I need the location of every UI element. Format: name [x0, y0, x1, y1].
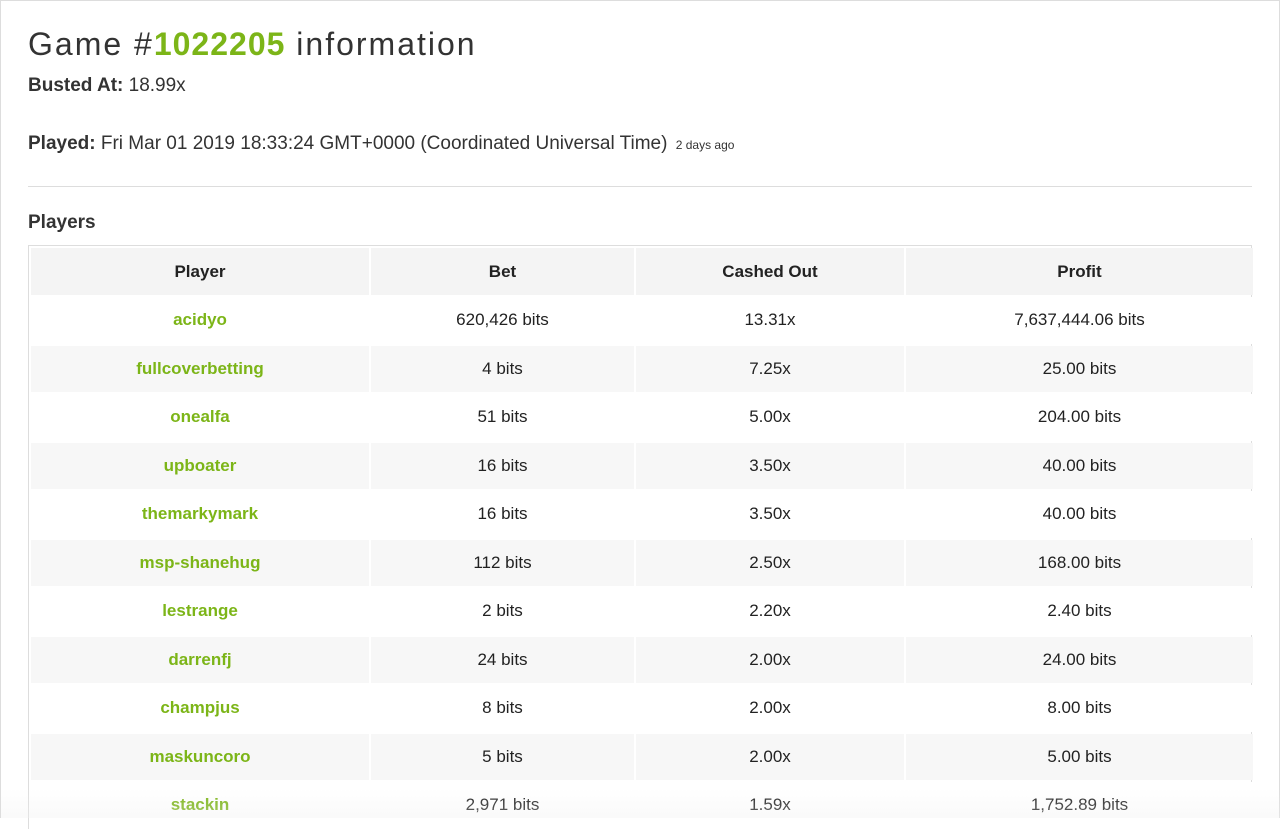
- player-link[interactable]: darrenfj: [31, 636, 369, 683]
- played-label: Played:: [28, 133, 96, 154]
- players-table-wrapper: Player Bet Cashed Out Profit acidyo 620,…: [28, 245, 1255, 831]
- cashed-out-cell: 2.50x: [636, 539, 904, 586]
- cashed-out-cell: 3.50x: [636, 491, 904, 538]
- profit-cell: 204.00 bits: [906, 394, 1253, 441]
- page-title: Game #1022205 information: [28, 26, 477, 63]
- busted-at-row: Busted At: 18.99x: [28, 75, 186, 97]
- table-row: onealfa 51 bits 5.00x 204.00 bits: [31, 394, 1253, 441]
- page-frame: Game #1022205 information Busted At: 18.…: [0, 0, 1280, 829]
- player-link[interactable]: stackin: [31, 782, 369, 829]
- bet-cell: 16 bits: [371, 491, 634, 538]
- bet-cell: 5 bits: [371, 733, 634, 780]
- table-row: lestrange 2 bits 2.20x 2.40 bits: [31, 588, 1253, 635]
- bet-cell: 4 bits: [371, 345, 634, 392]
- divider: [28, 186, 1252, 187]
- cashed-out-cell: 2.00x: [636, 636, 904, 683]
- player-link[interactable]: upboater: [31, 442, 369, 489]
- cashed-out-cell: 2.00x: [636, 733, 904, 780]
- cashed-out-cell: 7.25x: [636, 345, 904, 392]
- table-row: msp-shanehug 112 bits 2.50x 168.00 bits: [31, 539, 1253, 586]
- table-row: fullcoverbetting 4 bits 7.25x 25.00 bits: [31, 345, 1253, 392]
- table-row: champjus 8 bits 2.00x 8.00 bits: [31, 685, 1253, 732]
- bet-cell: 16 bits: [371, 442, 634, 489]
- profit-cell: 2.40 bits: [906, 588, 1253, 635]
- cashed-out-cell: 13.31x: [636, 297, 904, 344]
- bet-cell: 2 bits: [371, 588, 634, 635]
- played-row: Played: Fri Mar 01 2019 18:33:24 GMT+000…: [28, 133, 734, 155]
- profit-cell: 24.00 bits: [906, 636, 1253, 683]
- players-table: Player Bet Cashed Out Profit acidyo 620,…: [29, 246, 1255, 831]
- column-header-player[interactable]: Player: [31, 248, 369, 295]
- cashed-out-cell: 5.00x: [636, 394, 904, 441]
- title-prefix: Game #: [28, 26, 154, 62]
- cashed-out-cell: 2.20x: [636, 588, 904, 635]
- cashed-out-cell: 1.59x: [636, 782, 904, 829]
- player-link[interactable]: themarkymark: [31, 491, 369, 538]
- table-row: themarkymark 16 bits 3.50x 40.00 bits: [31, 491, 1253, 538]
- player-link[interactable]: fullcoverbetting: [31, 345, 369, 392]
- played-relative-time: 2 days ago: [675, 138, 735, 152]
- profit-cell: 1,752.89 bits: [906, 782, 1253, 829]
- profit-cell: 40.00 bits: [906, 442, 1253, 489]
- player-link[interactable]: msp-shanehug: [31, 539, 369, 586]
- title-suffix: information: [285, 26, 477, 62]
- table-row: darrenfj 24 bits 2.00x 24.00 bits: [31, 636, 1253, 683]
- busted-at-value: 18.99x: [128, 75, 186, 96]
- table-row: stackin 2,971 bits 1.59x 1,752.89 bits: [31, 782, 1253, 829]
- player-link[interactable]: acidyo: [31, 297, 369, 344]
- bet-cell: 620,426 bits: [371, 297, 634, 344]
- cashed-out-cell: 3.50x: [636, 442, 904, 489]
- bet-cell: 24 bits: [371, 636, 634, 683]
- bet-cell: 112 bits: [371, 539, 634, 586]
- profit-cell: 5.00 bits: [906, 733, 1253, 780]
- game-id: 1022205: [153, 26, 286, 62]
- table-row: acidyo 620,426 bits 13.31x 7,637,444.06 …: [31, 297, 1253, 344]
- player-link[interactable]: onealfa: [31, 394, 369, 441]
- column-header-cashed-out[interactable]: Cashed Out: [636, 248, 904, 295]
- played-value: Fri Mar 01 2019 18:33:24 GMT+0000 (Coord…: [100, 133, 668, 154]
- profit-cell: 8.00 bits: [906, 685, 1253, 732]
- profit-cell: 7,637,444.06 bits: [906, 297, 1253, 344]
- profit-cell: 25.00 bits: [906, 345, 1253, 392]
- bet-cell: 51 bits: [371, 394, 634, 441]
- players-section-title: Players: [28, 212, 96, 233]
- player-link[interactable]: maskuncoro: [31, 733, 369, 780]
- bet-cell: 2,971 bits: [371, 782, 634, 829]
- cashed-out-cell: 2.00x: [636, 685, 904, 732]
- column-header-bet[interactable]: Bet: [371, 248, 634, 295]
- player-link[interactable]: champjus: [31, 685, 369, 732]
- table-header-row: Player Bet Cashed Out Profit: [31, 248, 1253, 295]
- bet-cell: 8 bits: [371, 685, 634, 732]
- busted-at-label: Busted At:: [28, 75, 124, 96]
- profit-cell: 40.00 bits: [906, 491, 1253, 538]
- profit-cell: 168.00 bits: [906, 539, 1253, 586]
- table-row: maskuncoro 5 bits 2.00x 5.00 bits: [31, 733, 1253, 780]
- table-row: upboater 16 bits 3.50x 40.00 bits: [31, 442, 1253, 489]
- player-link[interactable]: lestrange: [31, 588, 369, 635]
- column-header-profit[interactable]: Profit: [906, 248, 1253, 295]
